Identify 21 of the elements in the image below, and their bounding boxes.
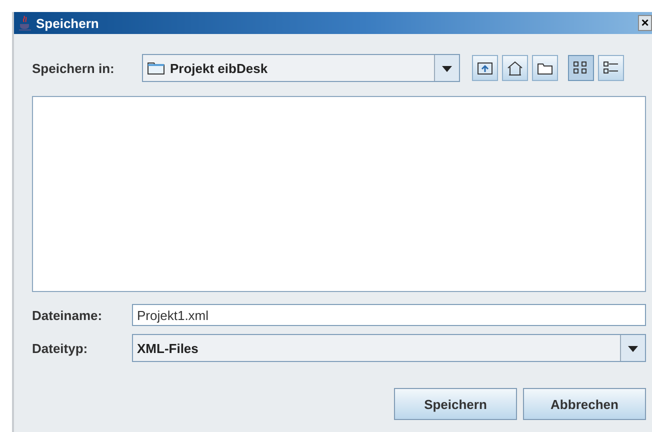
- details-view-button[interactable]: [598, 55, 624, 81]
- file-type-label: Dateityp:: [32, 340, 89, 356]
- folder-icon: [537, 62, 553, 74]
- home-icon: [507, 60, 523, 76]
- window-title: Speichern: [36, 16, 100, 30]
- cup-icon: [18, 15, 32, 31]
- list-view-icon: [603, 61, 619, 75]
- file-name-field[interactable]: Projekt1.xml: [132, 304, 646, 326]
- look-in-dropdown[interactable]: Projekt eibDesk: [142, 54, 460, 82]
- new-folder-button[interactable]: [532, 55, 558, 81]
- grid-view-icon: [573, 61, 589, 75]
- cancel-button[interactable]: Abbrechen: [523, 388, 646, 420]
- up-folder-button[interactable]: [472, 55, 498, 81]
- file-type-dropdown[interactable]: XML-Files: [132, 334, 646, 362]
- look-in-label: Speichern in:: [32, 60, 116, 76]
- folder-icon: [147, 61, 165, 75]
- save-button[interactable]: Speichern: [394, 388, 517, 420]
- close-button[interactable]: ×: [638, 15, 652, 31]
- file-name-label: Dateiname:: [32, 308, 104, 322]
- list-view-button[interactable]: [568, 55, 594, 81]
- home-button[interactable]: [502, 55, 528, 81]
